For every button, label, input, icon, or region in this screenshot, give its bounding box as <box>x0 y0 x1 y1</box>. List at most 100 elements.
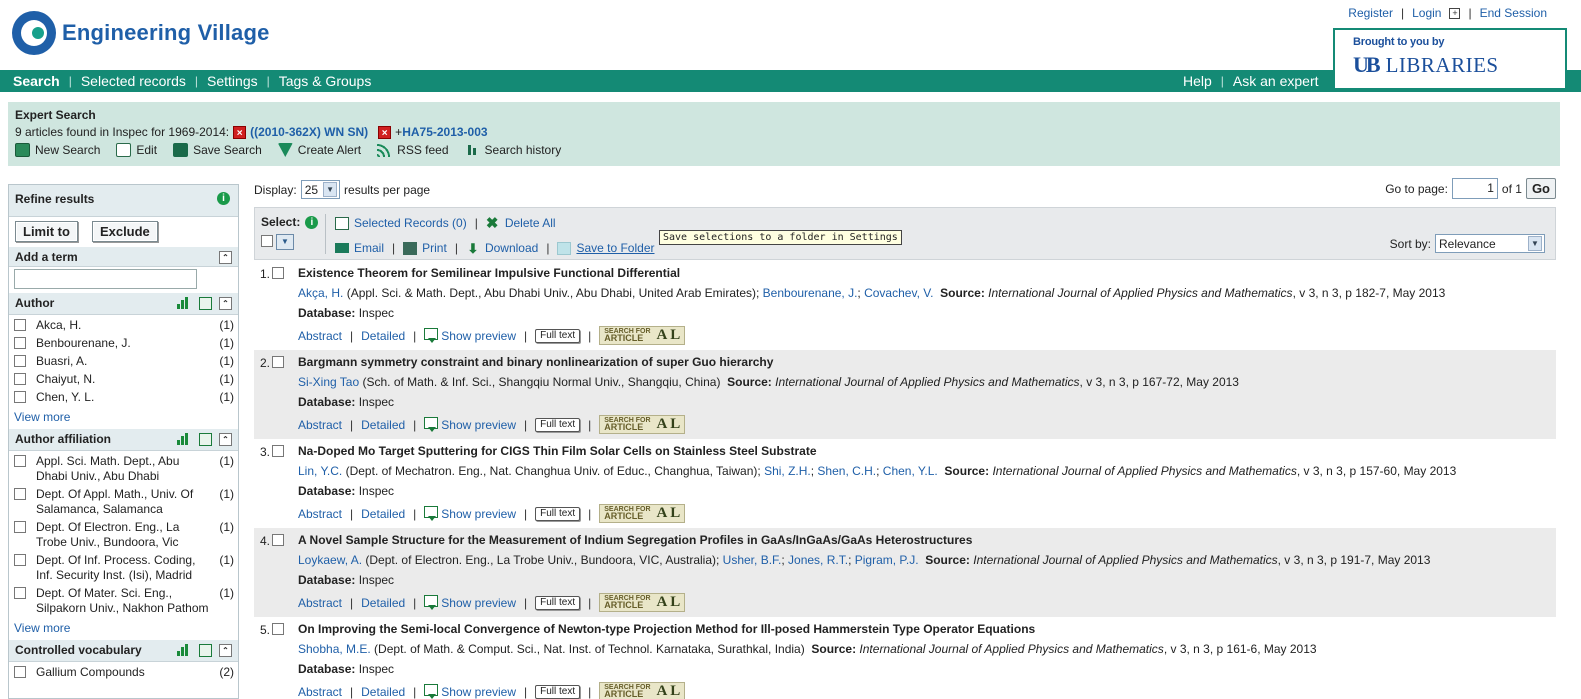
select-options-dropdown[interactable]: ▼ <box>276 234 294 250</box>
chart-icon[interactable] <box>177 297 190 310</box>
facet-checkbox[interactable] <box>14 355 26 367</box>
show-preview-link[interactable]: Show preview <box>424 417 516 432</box>
author-link[interactable]: Pigram, P.J. <box>855 553 919 567</box>
result-checkbox[interactable] <box>272 267 284 279</box>
facet-item[interactable]: Akca, H. (1) <box>14 318 234 333</box>
search-for-article-button[interactable]: SEARCH FOR ARTICLE A L <box>599 326 686 345</box>
nav-settings[interactable]: Settings <box>207 73 258 89</box>
result-title[interactable]: Na-Doped Mo Target Sputtering for CIGS T… <box>298 444 1546 458</box>
affiliation-view-more-link[interactable]: View more <box>9 621 238 640</box>
search-history-button[interactable]: Search history <box>464 143 561 157</box>
query-term-1[interactable]: ((2010-362X) WN SN) <box>250 125 368 139</box>
collapse-icon[interactable]: ⌃ <box>219 297 232 310</box>
facet-item[interactable]: Dept. Of Inf. Process. Coding, Inf. Secu… <box>14 553 234 583</box>
nav-help[interactable]: Help <box>1183 73 1212 89</box>
author-view-more-link[interactable]: View more <box>9 410 238 429</box>
add-term-input[interactable] <box>14 269 197 289</box>
facet-checkbox[interactable] <box>14 319 26 331</box>
detailed-link[interactable]: Detailed <box>361 596 405 610</box>
download-link[interactable]: ⬇ Download <box>466 241 539 255</box>
collapse-icon[interactable]: ⌃ <box>219 644 232 657</box>
chart-icon[interactable] <box>177 644 190 657</box>
result-checkbox[interactable] <box>272 623 284 635</box>
facet-item[interactable]: Chen, Y. L. (1) <box>14 390 234 405</box>
rss-feed-button[interactable]: RSS feed <box>377 143 449 157</box>
remove-query-icon[interactable]: × <box>233 125 247 139</box>
full-text-button[interactable]: Full text <box>535 506 581 521</box>
info-icon[interactable]: i <box>217 192 230 205</box>
facet-checkbox[interactable] <box>14 554 26 566</box>
nav-search[interactable]: Search <box>13 73 60 89</box>
full-text-button[interactable]: Full text <box>535 684 581 699</box>
author-link[interactable]: Shen, C.H. <box>817 464 876 478</box>
nav-ask-expert[interactable]: Ask an expert <box>1233 73 1319 89</box>
end-session-link[interactable]: End Session <box>1480 6 1547 20</box>
save-search-button[interactable]: Save Search <box>173 143 262 157</box>
export-icon[interactable] <box>199 297 212 310</box>
author-link[interactable]: Akça, H. <box>298 286 343 300</box>
result-checkbox[interactable] <box>272 356 284 368</box>
author-link[interactable]: Shobha, M.E. <box>298 642 371 656</box>
expand-login-icon[interactable]: + <box>1449 7 1461 19</box>
query-term-2[interactable]: HA75-2013-003 <box>402 125 487 139</box>
search-for-article-button[interactable]: SEARCH FOR ARTICLE A L <box>599 415 686 434</box>
go-button[interactable]: Go <box>1525 178 1556 199</box>
search-for-article-button[interactable]: SEARCH FOR ARTICLE A L <box>599 593 686 612</box>
abstract-link[interactable]: Abstract <box>298 329 342 343</box>
print-link[interactable]: Print <box>403 241 447 255</box>
limit-to-button[interactable]: Limit to <box>15 221 78 242</box>
facet-item[interactable]: Appl. Sci. Math. Dept., Abu Dhabi Univ.,… <box>14 454 234 484</box>
author-link[interactable]: Lin, Y.C. <box>298 464 342 478</box>
facet-item[interactable]: Gallium Compounds (2) <box>14 665 234 680</box>
result-checkbox[interactable] <box>272 445 284 457</box>
facet-item[interactable]: Dept. Of Appl. Math., Univ. Of Salamanca… <box>14 487 234 517</box>
show-preview-link[interactable]: Show preview <box>424 328 516 343</box>
result-checkbox[interactable] <box>272 534 284 546</box>
author-link[interactable]: Usher, B.F. <box>723 553 782 567</box>
author-link[interactable]: Benbourenane, J. <box>763 286 858 300</box>
collapse-icon[interactable]: ⌃ <box>219 433 232 446</box>
selected-records-link[interactable]: Selected Records (0) <box>335 216 467 230</box>
login-link[interactable]: Login <box>1412 6 1441 20</box>
search-for-article-button[interactable]: SEARCH FOR ARTICLE A L <box>599 682 686 699</box>
author-link[interactable]: Si-Xing Tao <box>298 375 359 389</box>
facet-item[interactable]: Dept. Of Mater. Sci. Eng., Silpakorn Uni… <box>14 586 234 616</box>
full-text-button[interactable]: Full text <box>535 417 581 432</box>
new-search-button[interactable]: New Search <box>15 143 100 157</box>
detailed-link[interactable]: Detailed <box>361 507 405 521</box>
facet-checkbox[interactable] <box>14 587 26 599</box>
detailed-link[interactable]: Detailed <box>361 685 405 699</box>
goto-page-input[interactable]: 1 <box>1451 178 1498 199</box>
facet-item[interactable]: Chaiyut, N. (1) <box>14 372 234 387</box>
sort-by-select[interactable]: Relevance ▼ <box>1435 234 1545 253</box>
select-all-checkbox[interactable] <box>261 235 273 247</box>
facet-checkbox[interactable] <box>14 337 26 349</box>
result-title[interactable]: Bargmann symmetry constraint and binary … <box>298 355 1546 369</box>
facet-item[interactable]: Buasri, A. (1) <box>14 354 234 369</box>
full-text-button[interactable]: Full text <box>535 595 581 610</box>
register-link[interactable]: Register <box>1348 6 1393 20</box>
email-link[interactable]: Email <box>335 241 384 255</box>
author-link[interactable]: Loykaew, A. <box>298 553 362 567</box>
result-title[interactable]: Existence Theorem for Semilinear Impulsi… <box>298 266 1546 280</box>
nav-selected-records[interactable]: Selected records <box>81 73 186 89</box>
edit-button[interactable]: Edit <box>116 143 157 157</box>
chart-icon[interactable] <box>177 433 190 446</box>
engineering-village-logo[interactable]: Engineering Village <box>12 10 270 56</box>
facet-checkbox[interactable] <box>14 391 26 403</box>
search-for-article-button[interactable]: SEARCH FOR ARTICLE A L <box>599 504 686 523</box>
abstract-link[interactable]: Abstract <box>298 685 342 699</box>
detailed-link[interactable]: Detailed <box>361 329 405 343</box>
brought-to-you-by-box[interactable]: Brought to you by UB LIBRARIES <box>1333 28 1567 90</box>
collapse-icon[interactable]: ⌃ <box>219 251 232 264</box>
show-preview-link[interactable]: Show preview <box>424 684 516 699</box>
abstract-link[interactable]: Abstract <box>298 507 342 521</box>
save-to-folder-link[interactable]: Save to Folder <box>557 241 655 255</box>
facet-item[interactable]: Dept. Of Electron. Eng., La Trobe Univ.,… <box>14 520 234 550</box>
create-alert-button[interactable]: Create Alert <box>277 143 361 157</box>
export-icon[interactable] <box>199 433 212 446</box>
author-link[interactable]: Shi, Z.H. <box>764 464 811 478</box>
nav-tags-groups[interactable]: Tags & Groups <box>279 73 372 89</box>
author-link[interactable]: Jones, R.T. <box>788 553 848 567</box>
facet-checkbox[interactable] <box>14 521 26 533</box>
